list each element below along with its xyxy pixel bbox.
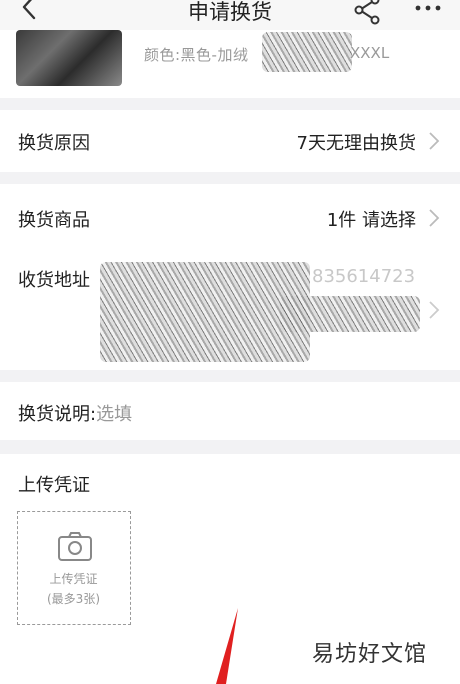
share-icon[interactable] xyxy=(351,0,383,26)
product-card: 颜色:黑色-加绒 XXXL xyxy=(0,30,460,98)
note-label: 换货说明: xyxy=(18,404,97,425)
address-label: 收货地址 xyxy=(18,270,90,291)
upload-button[interactable]: 上传凭证 (最多3张) xyxy=(17,511,131,625)
product-size: XXXL xyxy=(350,44,390,62)
reason-label: 换货原因 xyxy=(18,133,90,154)
reason-value: 7天无理由换货 xyxy=(296,133,416,154)
goods-label: 换货商品 xyxy=(18,210,90,231)
product-spec: 颜色:黑色-加绒 xyxy=(144,46,249,64)
chevron-right-icon xyxy=(429,132,440,150)
navbar: 申请换货 xyxy=(0,0,460,30)
upload-limit: (最多3张) xyxy=(47,592,100,606)
camera-icon xyxy=(58,532,92,561)
note-field[interactable]: 换货说明:选填 xyxy=(18,400,132,426)
chevron-right-icon xyxy=(429,209,440,227)
note-placeholder: 选填 xyxy=(96,404,133,425)
address-phone: 835614723 xyxy=(312,266,416,287)
more-horizontal-icon[interactable] xyxy=(412,0,444,26)
reason-row[interactable]: 换货原因 7天无理由换货 xyxy=(0,110,460,172)
page-title: 申请换货 xyxy=(188,0,272,24)
chevron-right-icon xyxy=(429,301,440,319)
note-row[interactable]: 换货说明:选填 xyxy=(0,382,460,440)
watermark: 易坊好文馆 xyxy=(312,642,428,667)
redaction-smudge xyxy=(100,262,310,362)
goods-value: 1件 请选择 xyxy=(326,210,416,231)
upload-caption: 上传凭证 xyxy=(49,572,98,586)
upload-title: 上传凭证 xyxy=(18,475,90,496)
redaction-smudge xyxy=(280,296,420,332)
redaction-smudge xyxy=(262,32,352,72)
product-thumbnail xyxy=(16,30,122,86)
